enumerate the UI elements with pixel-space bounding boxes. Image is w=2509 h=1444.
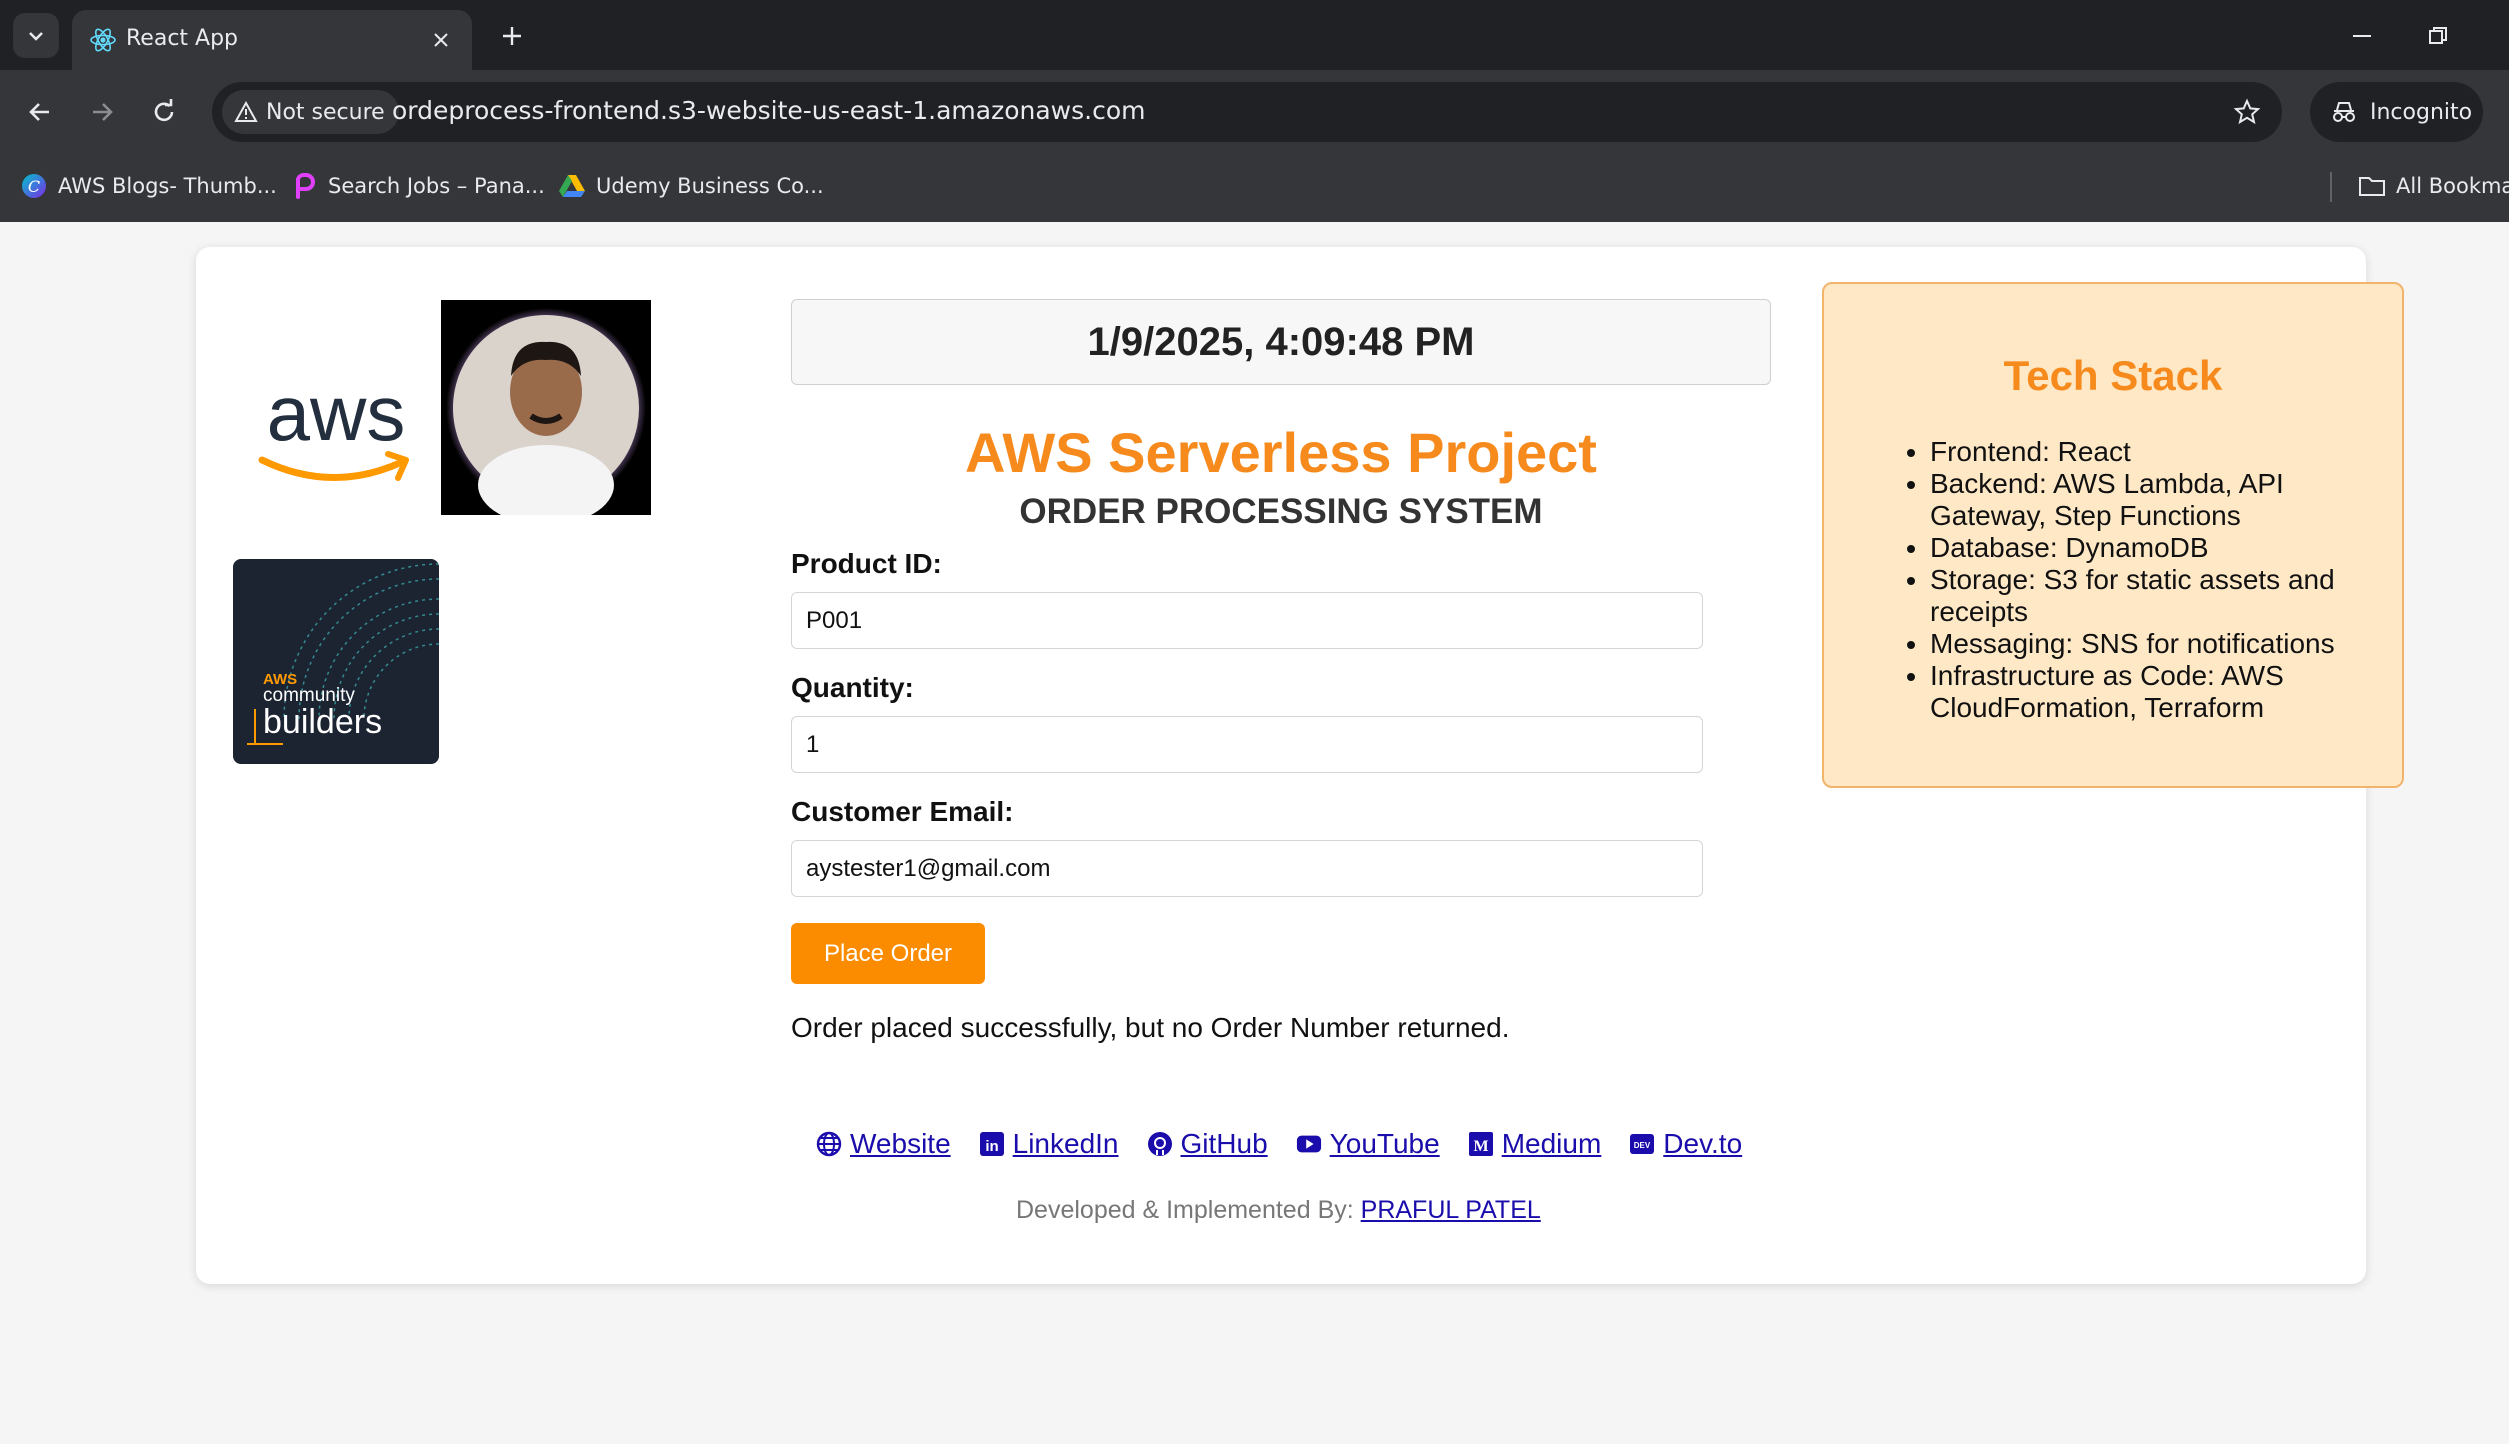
back-button[interactable] (18, 90, 62, 134)
incognito-icon (2333, 102, 2355, 122)
medium-icon: M (1468, 1131, 1494, 1157)
forward-arrow-icon (93, 103, 113, 121)
bookmark-label: AWS Blogs- Thumb... (58, 174, 277, 198)
product-id-input[interactable] (791, 592, 1703, 649)
aws-wordmark: aws (267, 378, 406, 457)
medium-link[interactable]: M Medium (1468, 1128, 1602, 1160)
medium-link-label: Medium (1501, 1128, 1602, 1159)
devto-link-label: Dev.to (1663, 1128, 1743, 1159)
url-text[interactable]: ordeprocess-frontend.s3-website-us-east-… (392, 96, 1146, 125)
svg-text:C: C (28, 177, 40, 196)
restore-button[interactable] (2418, 18, 2458, 54)
bookmarks-divider (2330, 172, 2332, 202)
clock-box: 1/9/2025, 4:09:48 PM (791, 299, 1771, 385)
tab-close-button[interactable] (426, 25, 456, 55)
c-circle-icon: C (20, 172, 48, 200)
bookmark-udemy[interactable]: Udemy Business Co... (558, 168, 824, 204)
forward-button[interactable] (80, 90, 124, 134)
website-link[interactable]: Website (816, 1128, 951, 1160)
warning-triangle-icon (234, 101, 258, 122)
list-item: Infrastructure as Code: AWS CloudFormati… (1930, 660, 2382, 724)
tab-search-button[interactable] (13, 13, 59, 58)
svg-text:in: in (985, 1138, 998, 1155)
minimize-icon (2353, 35, 2371, 37)
quantity-label: Quantity: (791, 672, 914, 703)
minimize-button[interactable] (2342, 18, 2382, 54)
all-bookmarks-button[interactable]: All Bookma (2358, 168, 2509, 204)
list-item: Database: DynamoDB (1930, 532, 2382, 564)
reload-button[interactable] (142, 90, 186, 134)
active-tab[interactable]: React App (72, 10, 472, 70)
devto-link[interactable]: DEV Dev.to (1629, 1128, 1742, 1160)
builders-text: builders (263, 703, 382, 741)
website-link-label: Website (850, 1128, 951, 1159)
folder-icon (2358, 172, 2386, 200)
security-chip[interactable]: Not secure (222, 90, 399, 134)
react-icon (90, 28, 116, 52)
browser-tab-strip: React App (0, 0, 2509, 70)
bookmark-label: Search Jobs – Pana... (328, 174, 545, 198)
place-order-button[interactable]: Place Order (791, 923, 985, 984)
github-link[interactable]: GitHub (1147, 1128, 1268, 1160)
svg-text:M: M (1473, 1138, 1488, 1155)
browser-toolbar: Not secure ordeprocess-frontend.s3-websi… (0, 70, 2509, 222)
incognito-indicator[interactable]: Incognito (2310, 82, 2483, 142)
bookmark-label: Udemy Business Co... (596, 174, 824, 198)
reload-icon (154, 99, 174, 122)
linkedin-icon: in (979, 1131, 1005, 1157)
tech-stack-title: Tech Stack (2003, 352, 2223, 399)
all-bookmarks-label: All Bookma (2396, 174, 2509, 198)
new-tab-button[interactable] (492, 16, 532, 56)
svg-text:DEV: DEV (1634, 1141, 1651, 1150)
globe-icon (816, 1131, 842, 1157)
back-arrow-icon (29, 103, 49, 121)
list-item: Storage: S3 for static assets and receip… (1930, 564, 2382, 628)
linkedin-link-label: LinkedIn (1012, 1128, 1119, 1159)
list-item: Backend: AWS Lambda, API Gateway, Step F… (1930, 468, 2382, 532)
order-status-message: Order placed successfully, but no Order … (791, 1012, 1510, 1043)
youtube-link-label: YouTube (1329, 1128, 1440, 1159)
youtube-link[interactable]: YouTube (1296, 1128, 1440, 1160)
social-links: Website in LinkedIn GitHub YouTube M Med… (816, 1124, 1770, 1164)
chevron-down-icon (29, 31, 43, 41)
page-title: AWS Serverless Project (965, 421, 1597, 484)
incognito-label: Incognito (2370, 99, 2473, 125)
tech-stack-list: Frontend: React Backend: AWS Lambda, API… (1892, 436, 2382, 724)
plus-icon (503, 27, 521, 45)
linkedin-link[interactable]: in LinkedIn (979, 1128, 1119, 1160)
github-icon (1147, 1131, 1173, 1157)
address-bar[interactable]: Not secure ordeprocess-frontend.s3-websi… (212, 82, 2282, 142)
list-item: Frontend: React (1930, 436, 2382, 468)
author-link[interactable]: PRAFUL PATEL (1361, 1196, 1541, 1224)
bookmark-aws-blogs[interactable]: C AWS Blogs- Thumb... (20, 168, 277, 204)
aws-logo: aws (252, 369, 420, 498)
current-datetime: 1/9/2025, 4:09:48 PM (1087, 319, 1475, 364)
tab-title: React App (126, 26, 239, 51)
close-icon (434, 33, 448, 47)
bookmark-search-jobs[interactable]: Search Jobs – Pana... (290, 168, 545, 204)
credit-line: Developed & Implemented By: PRAFUL PATEL (1016, 1196, 1541, 1225)
tech-stack-panel: Tech Stack Frontend: React Backend: AWS … (1822, 282, 2404, 788)
credit-prefix: Developed & Implemented By: (1016, 1196, 1354, 1224)
page-subtitle: ORDER PROCESSING SYSTEM (1019, 492, 1543, 531)
product-id-label: Product ID: (791, 548, 942, 579)
google-drive-icon (558, 172, 586, 200)
security-label: Not secure (266, 99, 385, 125)
quantity-input[interactable] (791, 716, 1703, 773)
bookmarks-bar: C AWS Blogs- Thumb... Search Jobs – Pana… (0, 154, 2509, 222)
profile-photo (441, 300, 651, 525)
star-icon (2233, 98, 2261, 125)
customer-email-input[interactable] (791, 840, 1703, 897)
github-link-label: GitHub (1180, 1128, 1268, 1159)
p-logo-icon (290, 172, 318, 200)
devto-icon: DEV (1629, 1131, 1655, 1157)
aws-community-builders-badge: AWS community builders (233, 559, 439, 764)
bookmark-star-button[interactable] (2230, 95, 2264, 129)
youtube-icon (1296, 1131, 1322, 1157)
restore-icon (2429, 27, 2447, 44)
customer-email-label: Customer Email: (791, 796, 1014, 827)
list-item: Messaging: SNS for notifications (1930, 628, 2382, 660)
